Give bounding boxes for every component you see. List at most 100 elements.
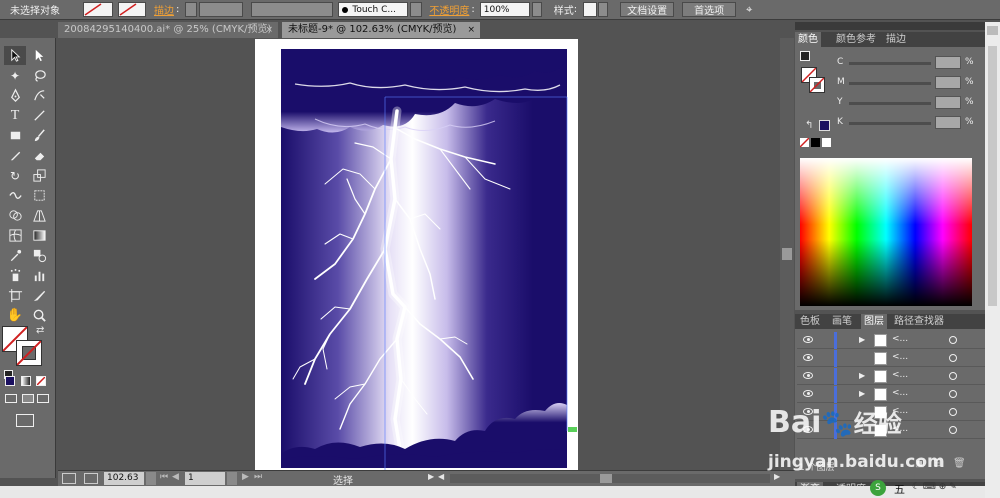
variable-width-dropdown[interactable] (251, 2, 334, 17)
none-color-swatch[interactable] (799, 137, 810, 148)
perspective-grid-tool-icon[interactable] (28, 206, 50, 225)
target-circle-icon[interactable] (949, 426, 957, 434)
stroke-weight-input[interactable] (199, 2, 244, 17)
close-icon[interactable]: × (467, 22, 475, 38)
scroll-right-icon[interactable]: ▶ (774, 472, 780, 481)
out-of-gamut-icon[interactable]: ↰ (805, 120, 813, 131)
window-scrollbar-thumb[interactable] (988, 46, 997, 306)
symbol-sprayer-tool-icon[interactable] (4, 266, 26, 285)
channel-slider[interactable] (849, 102, 931, 105)
type-tool-icon[interactable]: T (4, 106, 26, 125)
screen-mode-icon[interactable] (16, 414, 34, 427)
brush-dropdown[interactable]: Touch C... (338, 2, 409, 17)
selection-handle[interactable] (568, 427, 577, 432)
gradient-tool-icon[interactable] (28, 226, 50, 245)
tab-document-1[interactable]: 20084295140400.ai* @ 25% (CMYK/预览) × (58, 22, 278, 38)
pen-tool-icon[interactable] (4, 86, 26, 105)
tab-pathfinder[interactable]: 路径查找器 (891, 314, 947, 329)
status-menu-arrow-icon[interactable]: ▶ (428, 472, 434, 481)
layer-row[interactable]: ▶ <... (797, 368, 985, 385)
color-mode-icon[interactable] (5, 376, 15, 386)
scroll-left-icon[interactable]: ◀ (438, 472, 444, 481)
rectangle-tool-icon[interactable] (4, 126, 26, 145)
layer-row[interactable]: ▶ <... (797, 332, 985, 349)
tab-brushes[interactable]: 画笔 (829, 314, 855, 329)
shape-builder-tool-icon[interactable] (4, 206, 26, 225)
stroke-label[interactable]: 描边 (154, 2, 174, 17)
stroke-swatch[interactable] (809, 77, 825, 93)
lasso-tool-icon[interactable] (28, 66, 50, 85)
target-circle-icon[interactable] (949, 390, 957, 398)
artboard-dropdown[interactable] (227, 472, 237, 485)
direct-selection-tool-icon[interactable] (28, 46, 50, 65)
draw-mode-icon[interactable] (5, 394, 17, 403)
mesh-tool-icon[interactable] (4, 226, 26, 245)
default-colors-icon[interactable] (800, 51, 810, 61)
visibility-eye-icon[interactable] (803, 372, 813, 379)
paintbrush-tool-icon[interactable] (28, 126, 50, 145)
channel-value-input[interactable] (935, 56, 961, 69)
visibility-eye-icon[interactable] (803, 354, 813, 361)
ime-punctuation-icon[interactable]: ☾ ⌨ ⊕ ✎ (912, 482, 957, 492)
opacity-label[interactable]: 不透明度 (429, 2, 469, 17)
channel-slider[interactable] (849, 62, 931, 65)
black-color-swatch[interactable] (811, 138, 820, 147)
previous-artboard-icon[interactable]: ◀ (172, 472, 179, 482)
screen-mode-icon[interactable] (62, 473, 76, 484)
selection-tool-icon[interactable] (4, 46, 26, 65)
brush-dropdown-arrow[interactable] (410, 2, 423, 17)
tab-swatches[interactable]: 色板 (797, 314, 823, 329)
zoom-input[interactable]: 102.63 (104, 472, 144, 485)
warp-tool-icon[interactable] (4, 186, 26, 205)
white-color-swatch[interactable] (822, 138, 831, 147)
draw-inside-icon[interactable] (37, 394, 49, 403)
stroke-swatch-dropdown[interactable] (118, 2, 146, 17)
canvas-horizontal-scrollbar[interactable] (450, 474, 770, 483)
visibility-eye-icon[interactable] (803, 390, 813, 397)
tab-layers[interactable]: 图层 (861, 314, 887, 329)
scrollbar-thumb[interactable] (782, 248, 792, 260)
target-circle-icon[interactable] (949, 336, 957, 344)
first-artboard-icon[interactable]: ⏮ (160, 472, 168, 482)
delete-layer-icon[interactable]: 🗑 (953, 458, 966, 469)
next-artboard-icon[interactable]: ▶ (242, 472, 249, 482)
slice-tool-icon[interactable] (28, 286, 50, 305)
none-mode-icon[interactable] (36, 376, 46, 386)
channel-value-input[interactable] (935, 76, 961, 89)
color-spectrum[interactable] (800, 158, 972, 306)
target-circle-icon[interactable] (949, 372, 957, 380)
horizontal-scrollbar-thumb[interactable] (600, 474, 612, 483)
tab-color[interactable]: 颜色 (795, 32, 821, 47)
line-tool-icon[interactable] (28, 106, 50, 125)
expand-arrow-icon[interactable]: ▶ (859, 335, 865, 344)
zoom-tool-icon[interactable] (28, 306, 50, 325)
last-artboard-icon[interactable]: ⏭ (254, 472, 262, 482)
channel-slider[interactable] (849, 122, 931, 125)
scale-tool-icon[interactable] (28, 166, 50, 185)
artboard-tool-icon[interactable] (4, 286, 26, 305)
window-scrollbar[interactable] (985, 22, 1000, 498)
column-graph-tool-icon[interactable] (28, 266, 50, 285)
document-setup-button[interactable]: 文档设置 (620, 2, 675, 17)
tab-color-guide[interactable]: 颜色参考 (833, 32, 879, 47)
visibility-eye-icon[interactable] (803, 336, 813, 343)
style-swatch[interactable] (583, 2, 598, 17)
expand-arrow-icon[interactable]: ▶ (859, 389, 865, 398)
channel-value-input[interactable] (935, 116, 961, 129)
channel-slider[interactable] (849, 82, 931, 85)
artboard-number-input[interactable]: 1 (185, 472, 225, 485)
draw-behind-icon[interactable] (22, 394, 34, 403)
hand-tool-icon[interactable]: ✋ (4, 306, 26, 325)
target-circle-icon[interactable] (949, 354, 957, 362)
expand-arrow-icon[interactable]: ▶ (859, 371, 865, 380)
tab-document-2[interactable]: 未标题-9* @ 102.63% (CMYK/预览) × (282, 22, 480, 38)
rotate-tool-icon[interactable]: ↻ (4, 166, 26, 185)
free-transform-tool-icon[interactable] (28, 186, 50, 205)
opacity-dropdown-arrow[interactable] (531, 2, 542, 17)
eyedropper-tool-icon[interactable] (4, 246, 26, 265)
curvature-tool-icon[interactable] (28, 86, 50, 105)
eraser-tool-icon[interactable] (28, 146, 50, 165)
channel-value-input[interactable] (935, 96, 961, 109)
zoom-dropdown[interactable] (146, 472, 156, 485)
target-circle-icon[interactable] (949, 408, 957, 416)
